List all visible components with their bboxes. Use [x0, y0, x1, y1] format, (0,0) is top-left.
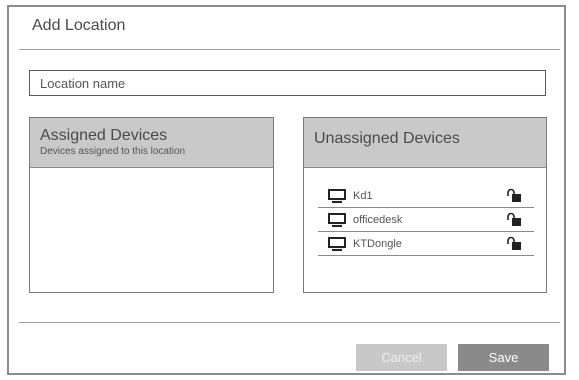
- dialog-title: Add Location: [32, 17, 126, 34]
- monitor-icon: [328, 212, 346, 227]
- unassigned-devices-panel: Unassigned Devices Kd1 officedesk KTDong…: [303, 117, 547, 293]
- device-row-ktdongle[interactable]: KTDongle: [318, 232, 534, 256]
- device-row-officedesk[interactable]: officedesk: [318, 208, 534, 232]
- assigned-devices-panel[interactable]: Assigned Devices Devices assigned to thi…: [29, 117, 274, 293]
- unassigned-device-list: Kd1 officedesk KTDongle: [318, 184, 534, 256]
- add-location-dialog: Add Location Assigned Devices Devices as…: [7, 5, 566, 375]
- unassigned-devices-title: Unassigned Devices: [314, 130, 460, 147]
- unlocked-lock-icon[interactable]: [506, 188, 522, 203]
- location-name-input[interactable]: [29, 70, 546, 96]
- unassigned-devices-header: Unassigned Devices: [304, 118, 546, 168]
- monitor-icon: [328, 188, 346, 203]
- monitor-icon: [328, 236, 346, 251]
- save-button[interactable]: Save: [458, 344, 549, 371]
- device-name: officedesk: [353, 213, 403, 226]
- unlocked-lock-icon[interactable]: [506, 236, 522, 251]
- assigned-devices-header: Assigned Devices Devices assigned to thi…: [30, 118, 273, 168]
- cancel-button[interactable]: Cancel: [356, 344, 447, 371]
- assigned-devices-subtitle: Devices assigned to this location: [40, 146, 186, 157]
- assigned-devices-title: Assigned Devices: [40, 127, 168, 144]
- footer-divider: [19, 322, 560, 323]
- device-name: KTDongle: [353, 237, 402, 250]
- device-row-kd1[interactable]: Kd1: [318, 184, 534, 208]
- header-divider: [19, 49, 560, 50]
- device-name: Kd1: [353, 189, 373, 202]
- unlocked-lock-icon[interactable]: [506, 212, 522, 227]
